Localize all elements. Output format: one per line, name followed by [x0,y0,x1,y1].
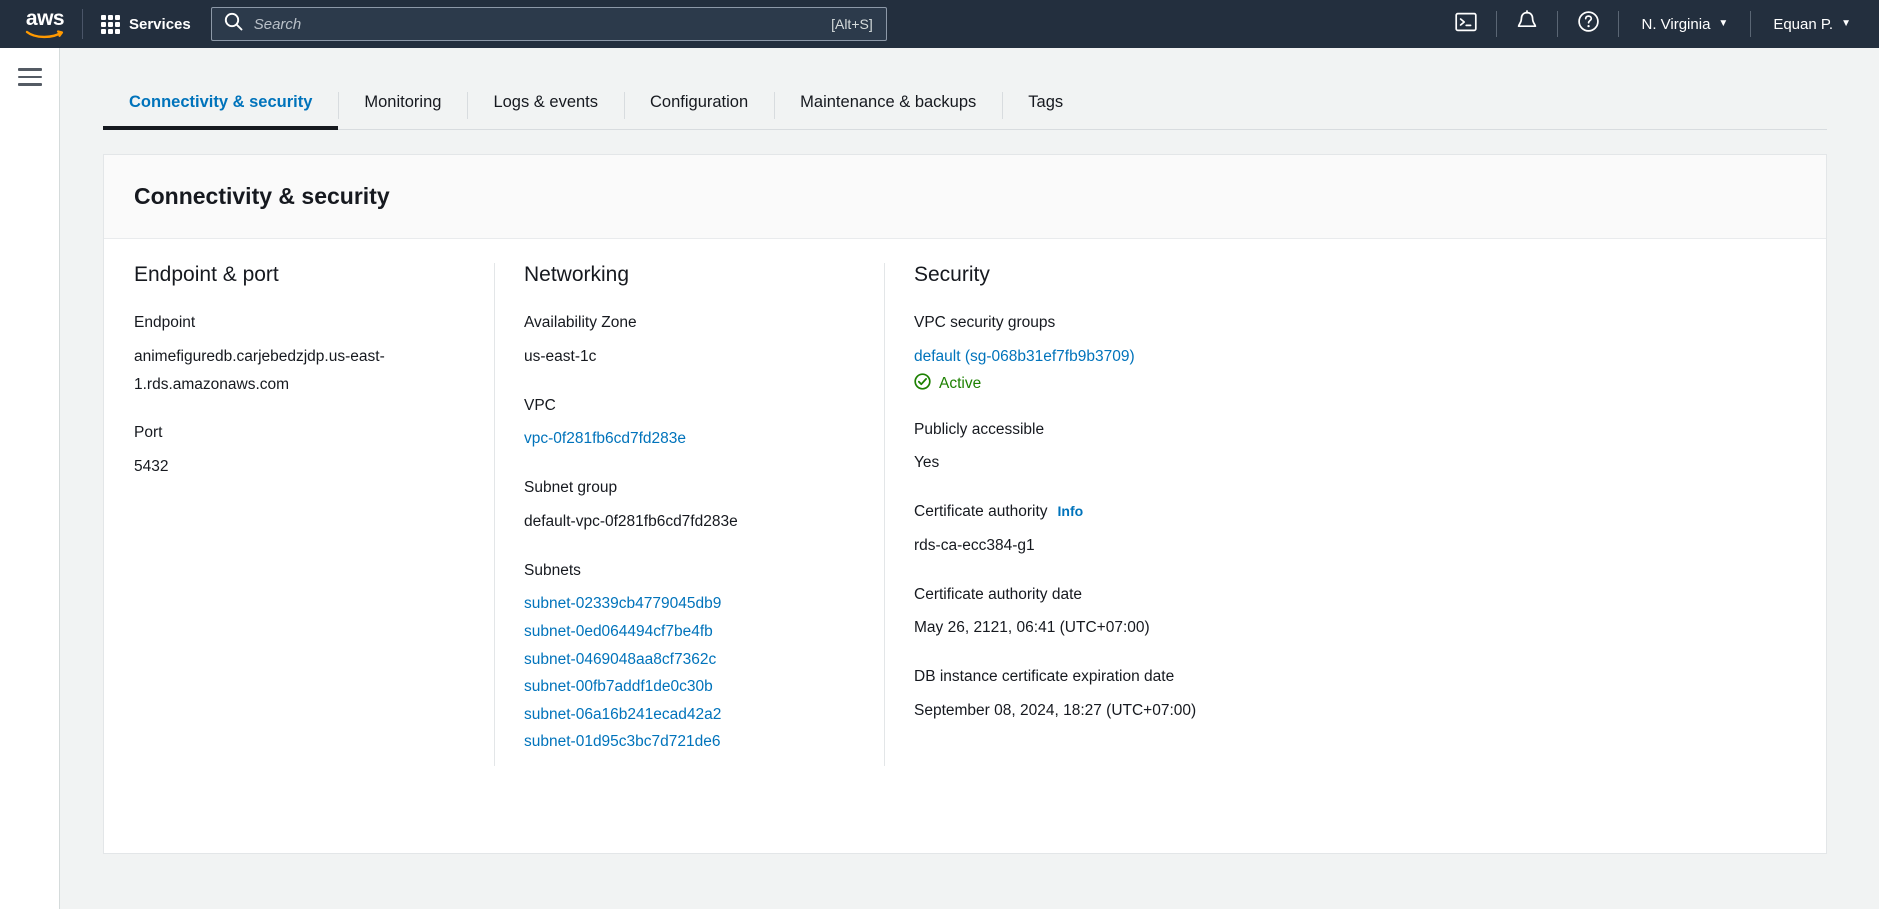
field-label: VPC [524,396,556,414]
chevron-down-icon: ▼ [1841,18,1851,29]
tab-logs-events[interactable]: Logs & events [467,76,624,129]
field-label: Availability Zone [524,314,637,331]
panel-columns: Endpoint & port Endpoint animefiguredb.c… [104,239,1826,786]
nav-divider [82,9,83,39]
check-circle-icon [914,372,931,395]
notifications-button[interactable] [1505,0,1549,48]
help-button[interactable] [1566,0,1610,48]
field-vpc: VPC vpc-0f281fb6cd7fd283e [524,396,854,454]
tab-connectivity-security[interactable]: Connectivity & security [103,76,339,130]
main-content: Connectivity & security Monitoring Logs … [61,48,1879,909]
tab-monitoring[interactable]: Monitoring [338,76,467,129]
status-badge: Active [914,372,1314,395]
field-label: Endpoint [134,314,196,331]
field-subnet-group: Subnet group default-vpc-0f281fb6cd7fd28… [524,478,854,536]
tab-bar: Connectivity & security Monitoring Logs … [103,76,1827,130]
status-text: Active [939,374,982,392]
page-title: Connectivity & security [134,183,390,209]
search-shortcut-hint: [Alt+S] [831,16,873,32]
services-label: Services [129,15,191,33]
tab-label: Logs & events [493,93,599,111]
connectivity-security-panel: Connectivity & security Endpoint & port … [103,154,1827,854]
aws-logo[interactable]: aws [14,0,76,48]
field-certificate-authority-date: Certificate authority date May 26, 2121,… [914,585,1314,643]
availability-zone-value: us-east-1c [524,347,597,365]
tab-tags[interactable]: Tags [1002,76,1089,129]
top-navigation-bar: aws Services [Alt+S] [0,0,1879,48]
field-label-row: Certificate authority Info [914,502,1314,523]
column-heading: Security [914,263,990,286]
nav-right-group: N. Virginia ▼ Equan P. ▼ [1444,0,1879,48]
field-label: VPC security groups [914,314,1056,331]
nav-separator [1557,11,1559,37]
tab-label: Tags [1028,93,1064,111]
aws-smile-icon [25,27,65,39]
left-sidebar [0,48,60,909]
tab-label: Configuration [650,93,749,111]
column-networking: Networking Availability Zone us-east-1c … [494,263,884,766]
vpc-link[interactable]: vpc-0f281fb6cd7fd283e [524,430,686,447]
field-label: Publicly accessible [914,420,1045,438]
field-certificate-authority: Certificate authority Info rds-ca-ecc384… [914,502,1314,560]
column-security: Security VPC security groups default (sg… [884,263,1344,766]
tab-label: Connectivity & security [129,93,313,111]
account-label: Equan P. [1773,15,1834,33]
grid-icon [101,14,120,34]
panel-header: Connectivity & security [104,155,1826,239]
security-group-link[interactable]: default (sg-068b31ef7fb9b3709) [914,348,1135,365]
subnet-link[interactable]: subnet-0469048aa8cf7362c [524,646,854,674]
subnet-link[interactable]: subnet-01d95c3bc7d721de6 [524,728,854,756]
region-selector[interactable]: N. Virginia ▼ [1627,0,1742,48]
field-label: Subnets [524,561,581,579]
search-icon [224,12,243,36]
field-label: Certificate authority date [914,585,1083,603]
field-port: Port 5432 [134,423,464,481]
nav-separator [1618,11,1620,37]
bell-icon [1516,10,1538,38]
field-label: DB instance certificate expiration date [914,668,1175,685]
subnet-link[interactable]: subnet-06a16b241ecad42a2 [524,701,854,729]
subnet-link[interactable]: subnet-02339cb4779045db9 [524,590,854,618]
field-availability-zone: Availability Zone us-east-1c [524,313,854,371]
publicly-accessible-value: Yes [914,454,940,472]
certificate-authority-value: rds-ca-ecc384-g1 [914,536,1035,554]
endpoint-value: animefiguredb.carjebedzjdp.us-east-1.rds… [134,347,385,393]
tab-configuration[interactable]: Configuration [624,76,774,129]
chevron-down-icon: ▼ [1718,18,1729,29]
certificate-expiration-value: September 08, 2024, 18:27 (UTC+07:00) [914,701,1197,719]
aws-wordmark: aws [25,7,65,30]
cloudshell-icon [1455,11,1478,38]
question-circle-icon [1577,10,1600,38]
column-heading: Endpoint & port [134,263,279,286]
nav-separator [1750,11,1752,37]
certificate-authority-date-value: May 26, 2121, 06:41 (UTC+07:00) [914,619,1150,637]
column-endpoint-port: Endpoint & port Endpoint animefiguredb.c… [104,263,494,756]
field-label: Subnet group [524,479,618,496]
field-publicly-accessible: Publicly accessible Yes [914,420,1314,478]
field-label: Certificate authority [914,503,1048,520]
tab-label: Monitoring [364,93,442,111]
nav-separator [1496,11,1498,37]
hamburger-icon[interactable] [17,68,42,86]
tab-label: Maintenance & backups [800,93,977,111]
subnet-link[interactable]: subnet-00fb7addf1de0c30b [524,673,854,701]
subnet-group-value: default-vpc-0f281fb6cd7fd283e [524,512,738,530]
field-certificate-expiration-date: DB instance certificate expiration date … [914,667,1314,725]
search-input[interactable] [253,15,832,33]
field-subnets: Subnets subnet-02339cb4779045db9 subnet-… [524,561,854,756]
info-link[interactable]: Info [1058,502,1084,521]
region-label: N. Virginia [1641,15,1711,33]
tab-maintenance-backups[interactable]: Maintenance & backups [774,76,1002,129]
account-menu[interactable]: Equan P. ▼ [1759,0,1865,48]
services-menu-button[interactable]: Services [89,0,203,48]
subnet-link[interactable]: subnet-0ed064494cf7be4fb [524,618,854,646]
global-search-box[interactable]: [Alt+S] [210,7,887,41]
field-label: Port [134,424,163,442]
field-vpc-security-groups: VPC security groups default (sg-068b31ef… [914,313,1314,395]
field-endpoint: Endpoint animefiguredb.carjebedzjdp.us-e… [134,313,464,398]
port-value: 5432 [134,458,169,475]
cloudshell-button[interactable] [1444,0,1488,48]
subnet-link-list: subnet-02339cb4779045db9 subnet-0ed06449… [524,590,854,755]
column-heading: Networking [524,263,630,286]
